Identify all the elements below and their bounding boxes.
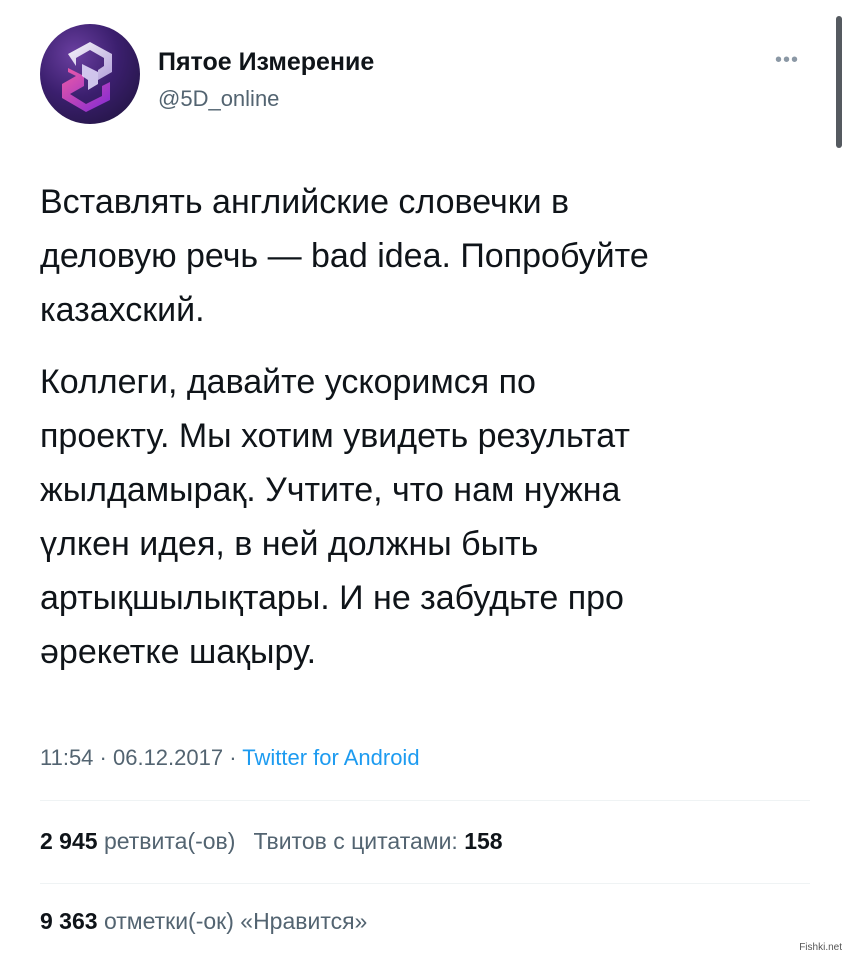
watermark: Fishki.net <box>797 941 844 954</box>
retweets-label: ретвита(-ов) <box>103 828 236 854</box>
likes-label: отметки(-ок) «Нравится» <box>103 908 368 934</box>
likes-link[interactable]: 9 363 отметки(-ок) «Нравится» <box>40 908 367 934</box>
likes-count: 9 363 <box>40 908 98 934</box>
quotes-label: Твитов с цитатами: <box>253 828 458 854</box>
tweet-paragraph-1: Вставлять английские словечки в деловую … <box>40 183 649 329</box>
author-name[interactable]: Пятое Измерение <box>158 48 374 77</box>
like-stats: 9 363 отметки(-ок) «Нравится» <box>40 908 367 935</box>
author-handle[interactable]: @5D_online <box>158 86 279 112</box>
divider <box>40 800 810 801</box>
tweet-meta: 11:54 · 06.12.2017 · Twitter for Android <box>40 745 420 771</box>
retweet-stats: 2 945 ретвита(-ов) Твитов с цитатами: 158 <box>40 828 503 855</box>
meta-separator: · <box>223 745 243 770</box>
divider <box>40 883 810 884</box>
tweet-date[interactable]: 06.12.2017 <box>113 745 223 770</box>
more-dots-icon[interactable]: ••• <box>775 50 799 70</box>
tweet-paragraph-2: Коллеги, давайте ускоримся по проекту. М… <box>40 363 630 671</box>
tweet-source-link[interactable]: Twitter for Android <box>242 745 419 770</box>
tweet: Пятое Измерение @5D_online ••• Вставлять… <box>0 0 850 960</box>
quotes-link[interactable]: Твитов с цитатами: 158 <box>253 828 502 854</box>
5d-logo-icon <box>62 42 112 112</box>
scrollbar[interactable] <box>836 16 842 148</box>
retweets-count: 2 945 <box>40 828 98 854</box>
tweet-time[interactable]: 11:54 <box>40 745 93 770</box>
avatar[interactable] <box>40 24 140 124</box>
retweets-link[interactable]: 2 945 ретвита(-ов) <box>40 828 235 854</box>
quotes-count: 158 <box>464 828 503 854</box>
meta-separator: · <box>93 745 113 770</box>
